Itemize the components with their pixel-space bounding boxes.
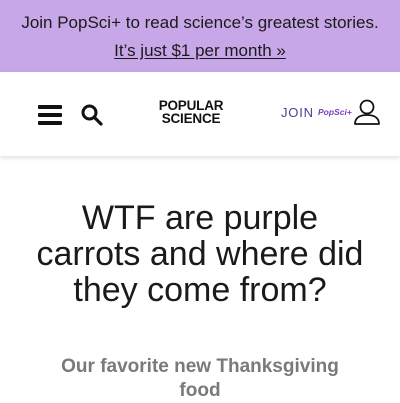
promo-text: Join PopSci+ to read science’s greatest …: [21, 13, 379, 32]
user-account-icon[interactable]: [353, 98, 381, 126]
popular-science-logo[interactable]: POPULAR SCIENCE: [151, 99, 231, 129]
article-dek: Our favorite new Thanksgiving food: [61, 356, 339, 401]
search-icon[interactable]: [80, 103, 104, 127]
site-header: POPULAR SCIENCE JOIN PopSci+: [0, 72, 400, 156]
promo-subscribe-link[interactable]: It’s just $1 per month »: [114, 41, 286, 60]
article-title: WTF are purple carrots and where did the…: [36, 199, 364, 309]
popsci-plus-logo[interactable]: PopSci+: [318, 105, 352, 119]
hamburger-menu-icon[interactable]: [38, 105, 62, 125]
join-link[interactable]: JOIN: [281, 103, 314, 123]
logo-line-2: SCIENCE: [161, 111, 221, 126]
promo-banner: Join PopSci+ to read science’s greatest …: [0, 0, 400, 72]
